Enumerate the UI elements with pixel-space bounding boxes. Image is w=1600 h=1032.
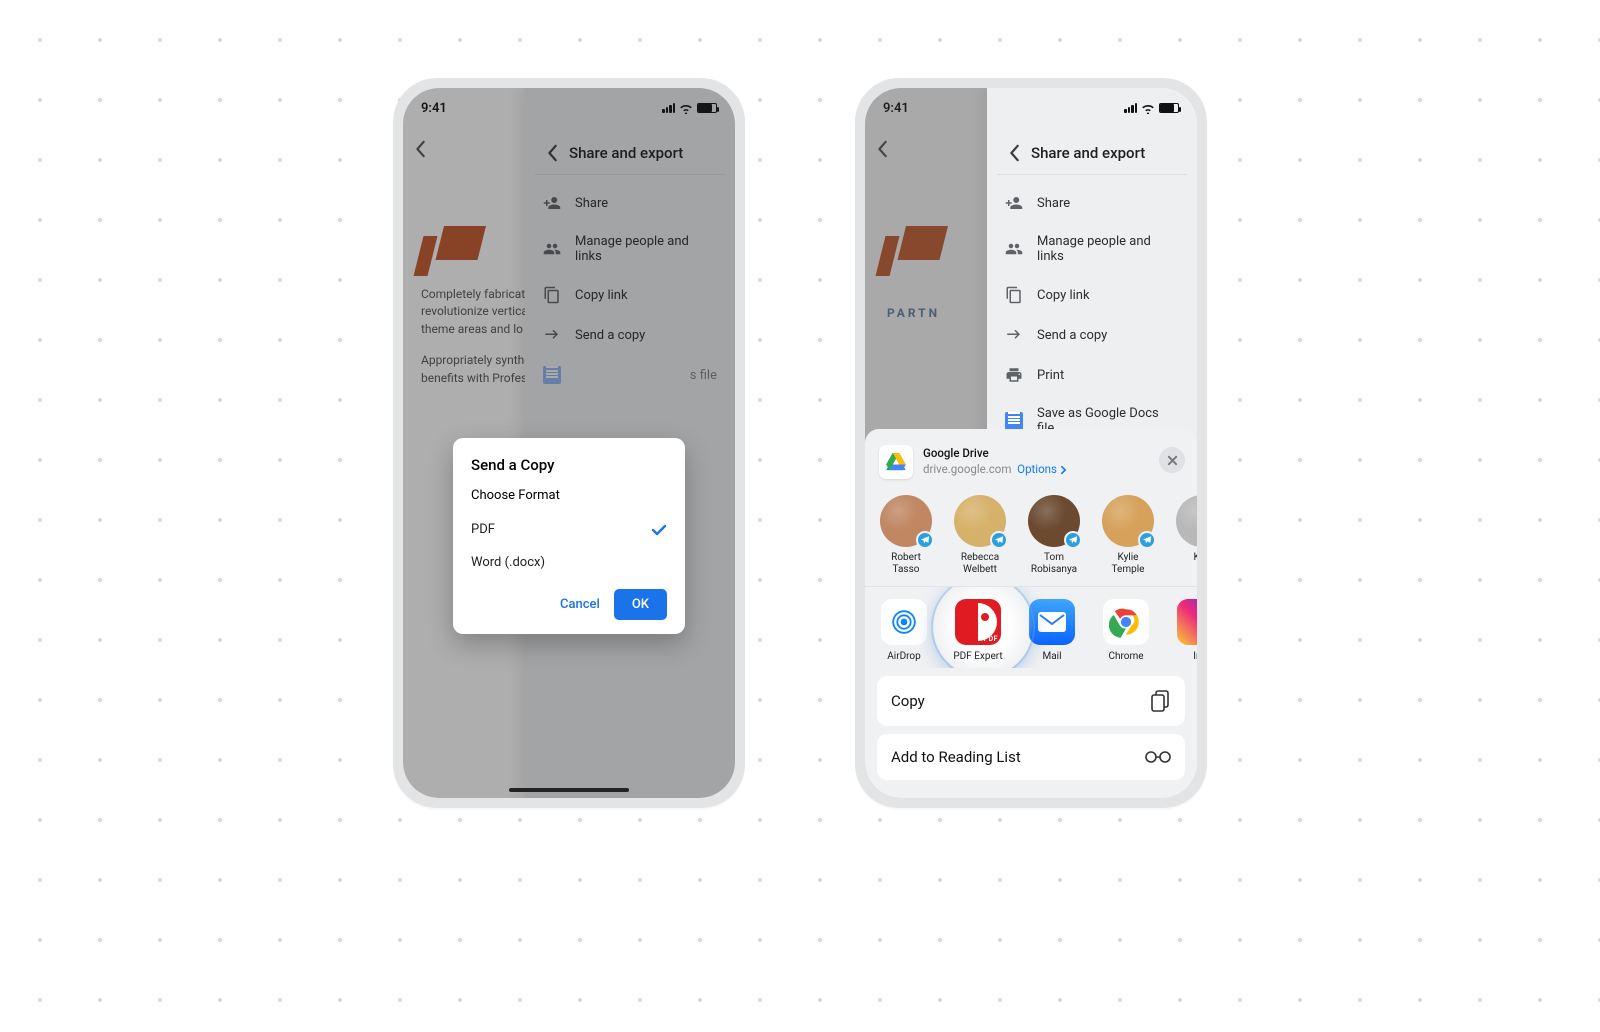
avatar xyxy=(954,495,1006,547)
telegram-badge-icon xyxy=(1138,531,1156,549)
phone-1: 9:41 Completely fabricate vertical world… xyxy=(393,78,745,808)
telegram-badge-icon xyxy=(916,531,934,549)
person-add-icon xyxy=(1005,194,1023,212)
panel-title: Share and export xyxy=(1031,144,1145,162)
share-app-name: Google Drive xyxy=(923,446,1067,462)
share-app-domain: drive.google.com xyxy=(923,462,1011,476)
panel-item-share[interactable]: Share xyxy=(987,183,1197,223)
cancel-button[interactable]: Cancel xyxy=(560,597,600,612)
share-contact[interactable]: Tom Robisanya xyxy=(1025,495,1083,576)
share-contacts-row: Robert Tasso Rebecca Welbett Tom Robisan… xyxy=(865,491,1197,587)
panel-item-sendcopy[interactable]: Send a copy xyxy=(987,315,1197,355)
format-option-pdf[interactable]: PDF xyxy=(471,513,667,546)
signal-icon xyxy=(1124,103,1137,113)
battery-icon xyxy=(1159,103,1179,113)
app-chrome[interactable]: Chrome xyxy=(1099,599,1153,662)
wifi-icon xyxy=(1141,103,1155,114)
google-docs-icon xyxy=(1005,412,1023,430)
telegram-badge-icon xyxy=(1064,531,1082,549)
share-contact[interactable]: Robert Tasso xyxy=(877,495,935,576)
share-close-button[interactable] xyxy=(1159,447,1185,473)
share-apps-row: AirDrop PDF PDF Expert xyxy=(865,587,1197,668)
telegram-badge-icon xyxy=(990,531,1008,549)
send-copy-modal: Send a Copy Choose Format PDF Word (.doc… xyxy=(453,438,685,634)
status-indicators xyxy=(1124,103,1179,114)
google-drive-icon xyxy=(879,445,913,479)
panel-item-copylink[interactable]: Copy link xyxy=(987,275,1197,315)
panel-item-manage[interactable]: Manage people and links xyxy=(987,223,1197,275)
copy-pages-icon xyxy=(1151,690,1171,712)
copy-icon xyxy=(1005,286,1023,304)
avatar xyxy=(1028,495,1080,547)
avatar xyxy=(880,495,932,547)
modal-subtitle: Choose Format xyxy=(471,488,667,503)
share-contact[interactable]: Kpe xyxy=(1173,495,1197,576)
mail-icon xyxy=(1038,612,1066,632)
panel-back-button[interactable] xyxy=(1009,144,1021,162)
app-pdf-expert[interactable]: PDF PDF Expert xyxy=(951,599,1005,662)
panel-item-print[interactable]: Print xyxy=(987,355,1197,395)
app-instagram-partial[interactable]: Ins xyxy=(1173,599,1197,662)
phone-2: 9:41 PARTN Share and export xyxy=(855,78,1207,808)
avatar xyxy=(1102,495,1154,547)
ok-button[interactable]: OK xyxy=(614,589,667,620)
glasses-icon xyxy=(1145,750,1171,764)
chrome-icon xyxy=(1109,605,1143,639)
print-icon xyxy=(1005,366,1023,384)
send-icon xyxy=(1005,326,1023,344)
share-options-link[interactable]: Options xyxy=(1017,462,1067,478)
people-icon xyxy=(1005,240,1023,258)
app-mail[interactable]: Mail xyxy=(1025,599,1079,662)
avatar xyxy=(1176,495,1197,547)
modal-title: Send a Copy xyxy=(471,456,667,474)
share-contact[interactable]: Kylie Temple xyxy=(1099,495,1157,576)
app-airdrop[interactable]: AirDrop xyxy=(877,599,931,662)
airdrop-icon xyxy=(889,607,919,637)
check-icon xyxy=(651,524,667,536)
action-copy[interactable]: Copy xyxy=(877,676,1185,726)
share-contact[interactable]: Rebecca Welbett xyxy=(951,495,1009,576)
format-option-word[interactable]: Word (.docx) xyxy=(471,546,667,579)
action-reading-list[interactable]: Add to Reading List xyxy=(877,734,1185,780)
ios-share-sheet: Google Drive drive.google.com Options Ro… xyxy=(865,429,1197,798)
